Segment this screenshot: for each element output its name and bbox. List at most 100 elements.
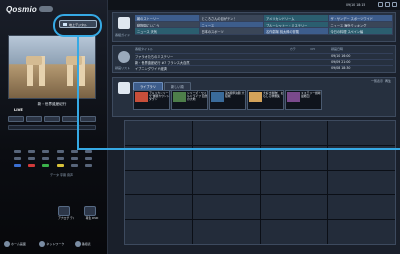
grid-slot[interactable] — [260, 195, 328, 220]
remote-key[interactable] — [56, 157, 64, 160]
grid-slot[interactable] — [125, 170, 192, 195]
remote-key[interactable] — [84, 157, 92, 160]
grid-slot[interactable] — [260, 220, 328, 244]
thumbnail-image — [211, 92, 224, 102]
remote-key[interactable] — [28, 150, 36, 153]
remote-key[interactable] — [42, 150, 50, 153]
play-button[interactable]: 再生 — [385, 79, 391, 83]
tv-icon — [58, 206, 70, 216]
thumbnail-card[interactable]: 第5戦準決勝 大接戦 — [209, 90, 246, 110]
datetime: 09/10 18:15 — [346, 3, 366, 7]
remote-key[interactable] — [42, 157, 50, 160]
guide-cell[interactable]: ブルーシャトー・ミステリー — [264, 21, 329, 27]
grid-slot[interactable] — [192, 170, 260, 195]
thumbnail-card[interactable]: シリーズ・ワイルドライフ 自然の大地 — [171, 90, 208, 110]
recorded-row[interactable]: 新・世界遺産紀行 #7 フランス大自然 09/09 21:00 — [135, 59, 393, 65]
grid-slot[interactable] — [125, 195, 192, 220]
remote-key[interactable] — [70, 150, 78, 153]
source-dvd[interactable]: 再生 DVD — [84, 206, 100, 220]
thumbnail-image — [287, 92, 300, 102]
toolbar-button[interactable] — [62, 116, 78, 122]
preview-statue — [26, 56, 42, 65]
guide-cell[interactable]: ザ・サンデー スポーツワイド — [328, 15, 393, 21]
tv-preview[interactable] — [8, 35, 96, 99]
thumbnail-caption: アメリカンリーグ 優勝カウントダウン — [149, 91, 170, 102]
thumbnail-card[interactable]: 大好き動物！ おもしろ映像集 — [247, 90, 284, 110]
grid-slot[interactable] — [328, 170, 395, 195]
remote-yellow-button[interactable] — [56, 164, 64, 167]
grid-slot[interactable] — [192, 195, 260, 220]
remote-key[interactable] — [14, 150, 21, 153]
thumbnail-caption: 第5戦準決勝 大接戦 — [225, 91, 245, 99]
grid-slot[interactable] — [125, 121, 192, 145]
grid-slot[interactable] — [328, 220, 395, 244]
source-label: 再生 DVD — [85, 216, 99, 220]
thumbnail-card[interactable]: ミステリー劇場 最終回 — [285, 90, 322, 110]
guide-cell[interactable]: 名作劇場 桃太郎の冒険 — [264, 28, 329, 34]
guide-icon — [118, 17, 130, 29]
guide-cell[interactable]: 朝のストーリー — [135, 15, 200, 21]
tv-icon — [63, 23, 67, 26]
grid-slot[interactable] — [260, 170, 328, 195]
source-analog-tv[interactable]: アナログ テレビ — [58, 206, 74, 220]
remote-green-button[interactable] — [42, 164, 50, 167]
remote-key[interactable] — [84, 150, 92, 153]
live-badge: LIVE — [14, 108, 23, 112]
library-grid — [124, 120, 396, 245]
top-status-bar: 09/10 18:15 — [108, 0, 400, 10]
recorded-date: 09/10 16:00 — [331, 54, 351, 58]
minimize-icon[interactable] — [378, 2, 383, 7]
toolbar-button[interactable] — [80, 116, 96, 122]
list-view-button[interactable]: 一覧表示 — [371, 79, 383, 83]
remote-key[interactable] — [14, 157, 21, 160]
thumbnail-image — [135, 92, 148, 102]
remote-label: 音声 — [66, 173, 73, 177]
toolbar-button[interactable] — [8, 116, 24, 122]
recorded-row[interactable]: イブニングワイド経済 09/08 18:30 — [135, 65, 393, 71]
toolbar-button[interactable] — [44, 116, 60, 122]
nav-label: ネットワーク — [46, 242, 65, 246]
thumbnail-image — [249, 92, 262, 102]
guide-cell[interactable]: ニュース 海外クッキング — [328, 21, 393, 27]
guide-cell[interactable]: 日本のスポーツ — [199, 28, 264, 34]
remote-blue-button[interactable] — [14, 164, 21, 167]
remote-pad — [14, 150, 92, 171]
remote-key[interactable] — [56, 150, 64, 153]
guide-cell[interactable]: ところさんの目がテン！ — [199, 15, 264, 21]
grid-slot[interactable] — [328, 121, 395, 145]
grid-slot[interactable] — [125, 220, 192, 244]
guide-row: ニュース 天気 日本のスポーツ 名作劇場 桃太郎の冒険 今日の料理 スペイン編 — [135, 28, 393, 35]
guide-cell[interactable]: 今日の料理 スペイン編 — [328, 28, 393, 34]
tuner-button[interactable]: 地上デジタル — [59, 20, 97, 28]
guide-cell[interactable]: 動物園にいこう — [135, 21, 200, 27]
guide-cell[interactable]: アメリカンドリーム — [264, 15, 329, 21]
grid-slot[interactable] — [192, 220, 260, 244]
grid-slot[interactable] — [192, 121, 260, 145]
thumbnail-caption: シリーズ・ワイルドライフ 自然の大地 — [187, 91, 208, 102]
remote-key[interactable] — [70, 157, 78, 160]
guide-cell[interactable]: ニュース 天気 — [135, 28, 200, 34]
library-panel: ライブラリ 新しい順 一覧表示 再生 アメリカンリーグ 優勝カウントダウン シリ… — [112, 77, 396, 117]
remote-red-button[interactable] — [28, 164, 36, 167]
recorded-title: 新・世界遺産紀行 #7 フランス大自然 — [135, 61, 190, 65]
close-icon[interactable] — [392, 2, 397, 7]
recorded-row[interactable]: ファラオたちのミステリー 09/10 16:00 — [135, 53, 393, 59]
remote-key[interactable] — [28, 157, 36, 160]
nav-network[interactable]: ネットワーク — [39, 238, 72, 250]
recorded-title: ファラオたちのミステリー — [135, 55, 174, 59]
nav-guide[interactable]: 番組表 — [74, 238, 108, 250]
column-header: カテ — [289, 47, 296, 51]
volume-bar[interactable] — [8, 125, 96, 130]
grid-slot[interactable] — [260, 121, 328, 145]
guide-cell[interactable]: ニュース — [199, 21, 264, 27]
remote-key[interactable] — [84, 164, 92, 167]
maximize-icon[interactable] — [385, 2, 390, 7]
column-header: 録画日時 — [331, 47, 344, 51]
toolbar-button[interactable] — [26, 116, 42, 122]
nav-home[interactable]: ホーム画面 — [4, 238, 37, 250]
disc-icon — [84, 206, 96, 216]
nav-label: 番組表 — [81, 242, 91, 246]
grid-slot[interactable] — [328, 195, 395, 220]
remote-key[interactable] — [70, 164, 78, 167]
thumbnail-card[interactable]: アメリカンリーグ 優勝カウントダウン — [133, 90, 170, 110]
